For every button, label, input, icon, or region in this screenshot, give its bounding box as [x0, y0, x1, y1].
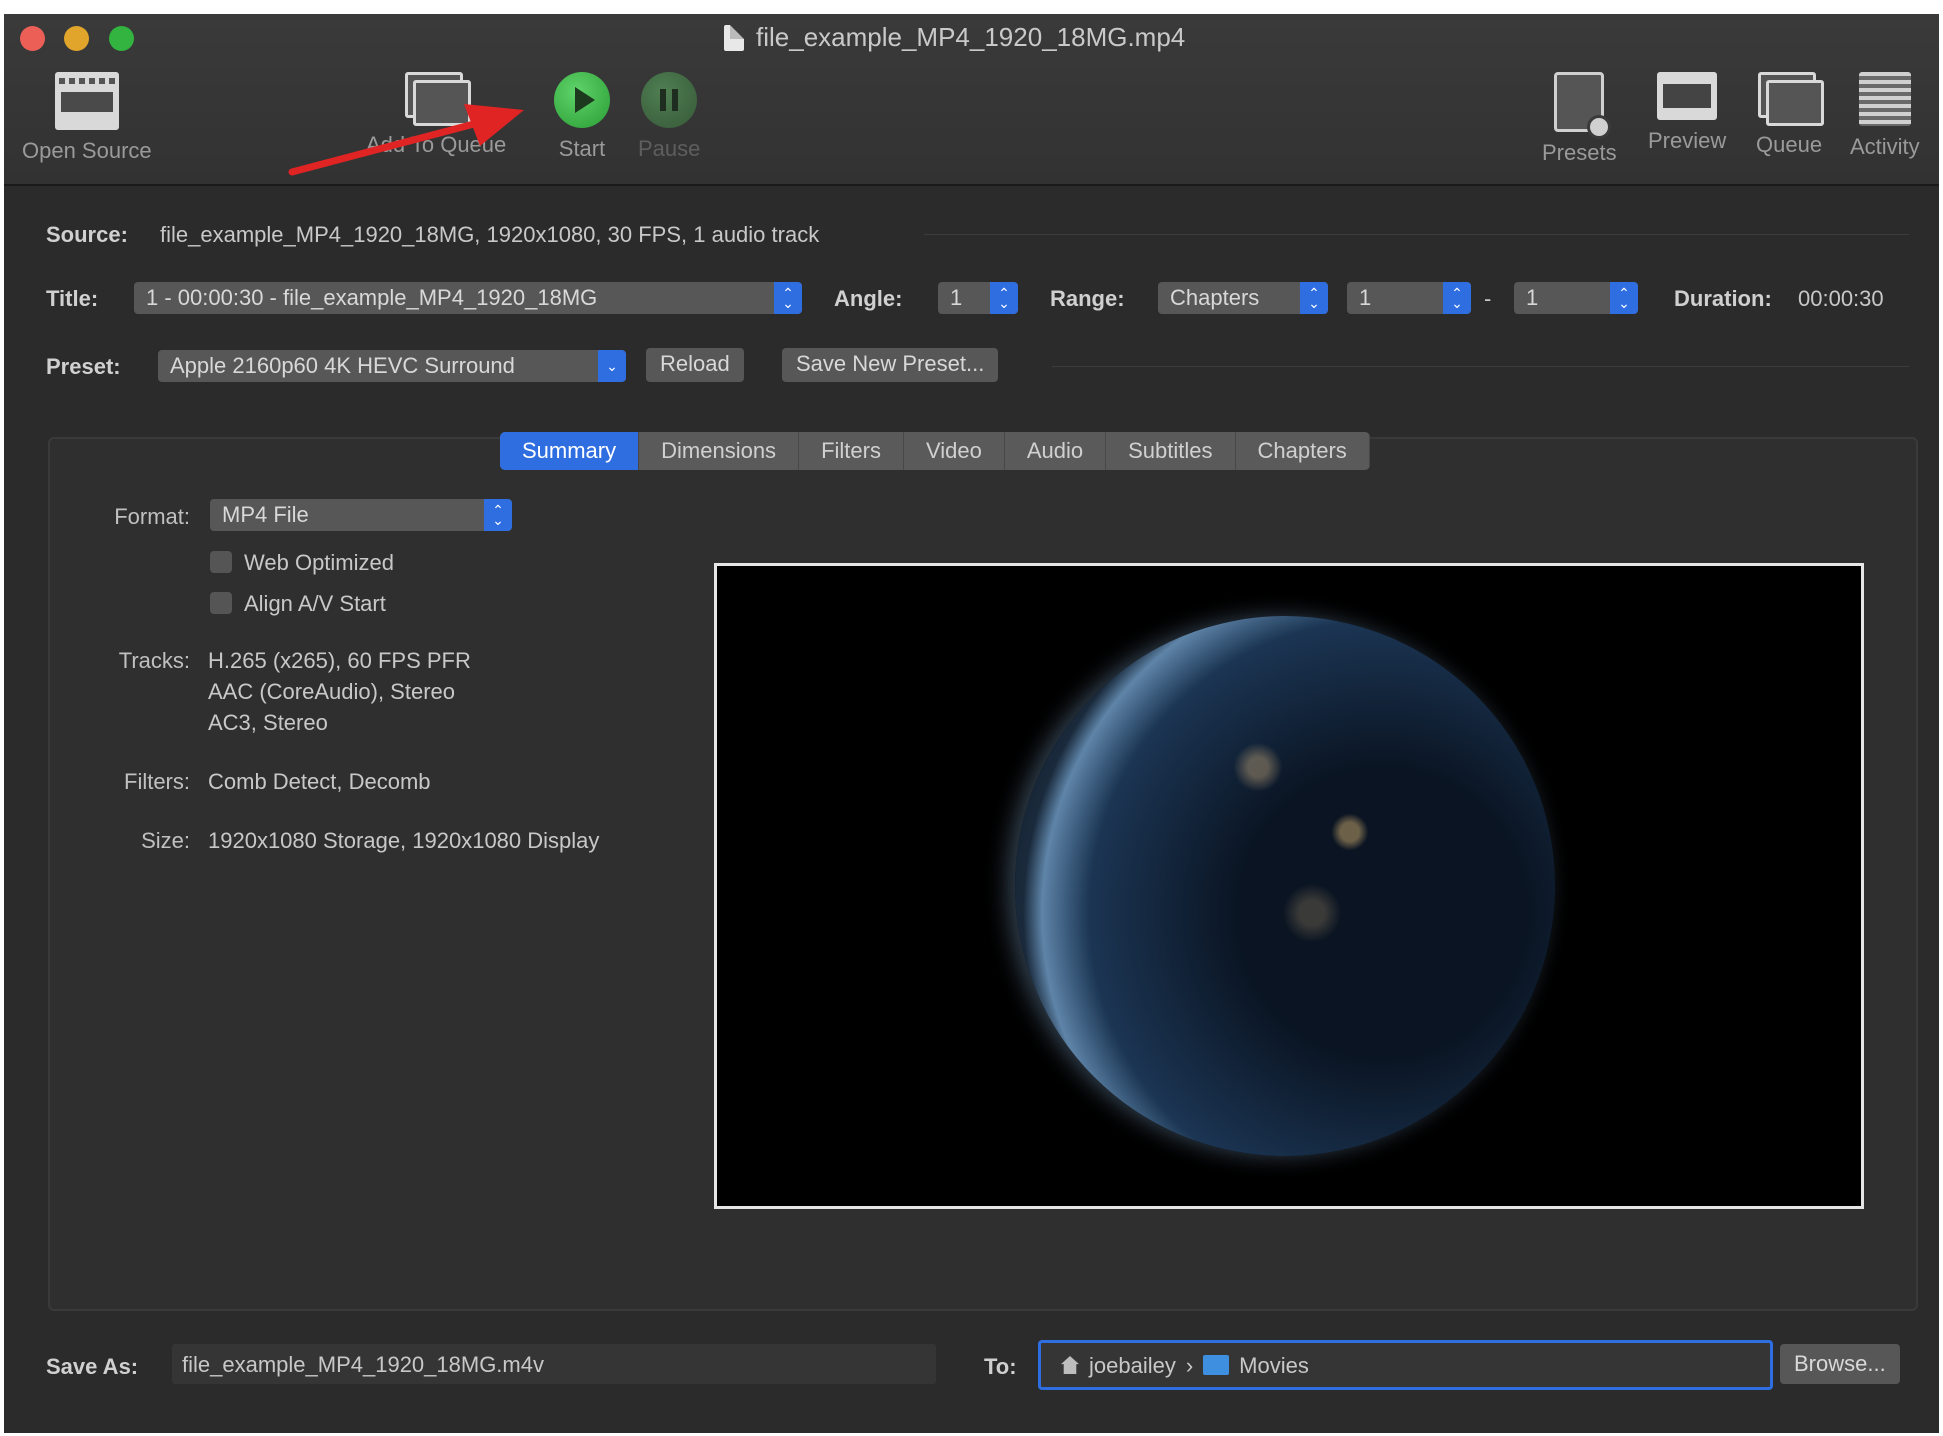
range-start-select[interactable]: 1 ⌃ ⌄	[1347, 282, 1471, 314]
range-type-value: Chapters	[1170, 285, 1260, 310]
track-item: H.265 (x265), 60 FPS PFR	[208, 648, 471, 673]
path-separator: ›	[1185, 1353, 1194, 1378]
tab-subtitles[interactable]: Subtitles	[1106, 432, 1236, 470]
pause-label: Pause	[638, 136, 701, 161]
zoom-window-button[interactable]	[109, 26, 134, 51]
presets-button[interactable]: Presets	[1542, 72, 1617, 166]
save-as-label: Save As:	[46, 1354, 139, 1379]
window-title: file_example_MP4_1920_18MG.mp4	[724, 22, 1185, 53]
align-av-label: Align A/V Start	[244, 591, 386, 616]
range-type-select[interactable]: Chapters ⌃ ⌄	[1158, 282, 1328, 314]
range-start-value: 1	[1359, 285, 1372, 310]
separator	[1052, 366, 1909, 367]
filters-value: Comb Detect, Decomb	[208, 769, 431, 794]
title-label: Title:	[46, 286, 99, 311]
earth-image	[1015, 616, 1555, 1156]
preset-label: Preset:	[46, 354, 121, 379]
format-select[interactable]: MP4 File ⌃ ⌄	[210, 499, 512, 531]
preset-select[interactable]: Apple 2160p60 4K HEVC Surround ⌄	[158, 350, 626, 382]
path-folder: Movies	[1239, 1353, 1309, 1378]
format-select-value: MP4 File	[222, 502, 309, 527]
reload-button[interactable]: Reload	[646, 348, 744, 382]
size-value: 1920x1080 Storage, 1920x1080 Display	[208, 828, 600, 853]
close-window-button[interactable]	[20, 26, 45, 51]
tracks-label: Tracks:	[118, 648, 190, 673]
separator	[924, 234, 1909, 235]
presets-label: Presets	[1542, 140, 1617, 165]
title-select[interactable]: 1 - 00:00:30 - file_example_MP4_1920_18M…	[134, 282, 802, 314]
chevron-updown-icon: ⌃ ⌄	[1300, 282, 1328, 314]
film-icon	[54, 72, 119, 130]
queue-button[interactable]: Queue	[1756, 72, 1825, 158]
chevron-updown-icon: ⌃ ⌄	[1610, 282, 1638, 314]
source-label: Source:	[46, 222, 128, 247]
format-label: Format:	[114, 504, 190, 529]
range-end-value: 1	[1526, 285, 1539, 310]
web-optimized-label: Web Optimized	[244, 550, 394, 575]
preset-select-value: Apple 2160p60 4K HEVC Surround	[170, 353, 515, 378]
open-source-label: Open Source	[22, 138, 152, 163]
chevron-updown-icon: ⌃ ⌄	[990, 282, 1018, 314]
chevron-updown-icon: ⌃ ⌄	[774, 282, 802, 314]
open-source-button[interactable]: Open Source	[22, 72, 152, 164]
tab-chapters[interactable]: Chapters	[1236, 432, 1370, 470]
play-icon	[554, 72, 610, 128]
chevron-updown-icon: ⌃ ⌄	[484, 499, 512, 531]
tab-video[interactable]: Video	[904, 432, 1005, 470]
angle-label: Angle:	[834, 286, 903, 311]
duration-value: 00:00:30	[1798, 286, 1884, 311]
activity-icon	[1858, 72, 1911, 126]
tab-dimensions[interactable]: Dimensions	[639, 432, 800, 470]
destination-path-control[interactable]: joebailey › Movies	[1038, 1340, 1773, 1390]
browse-button[interactable]: Browse...	[1780, 1344, 1900, 1384]
window-title-text: file_example_MP4_1920_18MG.mp4	[756, 22, 1186, 52]
path-home: joebailey	[1089, 1353, 1176, 1378]
presets-icon	[1554, 72, 1612, 139]
preview-label: Preview	[1648, 128, 1727, 153]
angle-select-value: 1	[950, 285, 963, 310]
folder-icon	[1203, 1355, 1230, 1375]
filters-label: Filters:	[124, 769, 190, 794]
save-new-preset-button[interactable]: Save New Preset...	[782, 348, 999, 382]
start-button[interactable]: Start	[554, 72, 610, 162]
pause-button[interactable]: Pause	[638, 72, 700, 162]
queue-icon	[1758, 72, 1825, 126]
tab-summary[interactable]: Summary	[500, 432, 640, 470]
web-optimized-checkbox[interactable]	[210, 551, 232, 573]
preview-icon	[1657, 72, 1718, 120]
activity-button[interactable]: Activity	[1850, 72, 1920, 160]
queue-label: Queue	[1756, 132, 1823, 157]
video-preview-thumbnail[interactable]	[714, 563, 1864, 1209]
document-icon	[724, 24, 744, 51]
size-label: Size:	[141, 828, 190, 853]
start-label: Start	[558, 136, 606, 161]
source-value: file_example_MP4_1920_18MG, 1920x1080, 3…	[160, 222, 820, 247]
align-av-checkbox[interactable]	[210, 592, 232, 614]
title-select-value: 1 - 00:00:30 - file_example_MP4_1920_18M…	[146, 285, 598, 310]
range-end-select[interactable]: 1 ⌃ ⌄	[1514, 282, 1638, 314]
chevron-down-icon: ⌄	[598, 350, 626, 382]
activity-label: Activity	[1850, 134, 1920, 159]
tab-filters[interactable]: Filters	[799, 432, 904, 470]
track-item: AAC (CoreAudio), Stereo	[208, 679, 455, 704]
duration-label: Duration:	[1674, 286, 1772, 311]
to-label: To:	[984, 1354, 1017, 1379]
annotation-arrow-icon	[288, 104, 524, 176]
chevron-updown-icon: ⌃ ⌄	[1443, 282, 1471, 314]
pause-icon	[641, 72, 698, 128]
save-as-field[interactable]: file_example_MP4_1920_18MG.m4v	[172, 1344, 936, 1384]
track-item: AC3, Stereo	[208, 710, 328, 735]
tab-audio[interactable]: Audio	[1005, 432, 1107, 470]
home-icon	[1061, 1356, 1079, 1374]
handbrake-window: file_example_MP4_1920_18MG.mp4 Open Sour…	[4, 14, 1939, 1433]
preview-button[interactable]: Preview	[1648, 72, 1726, 154]
angle-select[interactable]: 1 ⌃ ⌄	[938, 282, 1018, 314]
range-label: Range:	[1050, 286, 1125, 311]
minimize-window-button[interactable]	[64, 26, 89, 51]
range-dash: -	[1484, 286, 1492, 311]
tab-bar: Summary Dimensions Filters Video Audio S…	[500, 432, 1370, 470]
toolbar: file_example_MP4_1920_18MG.mp4 Open Sour…	[4, 14, 1939, 186]
